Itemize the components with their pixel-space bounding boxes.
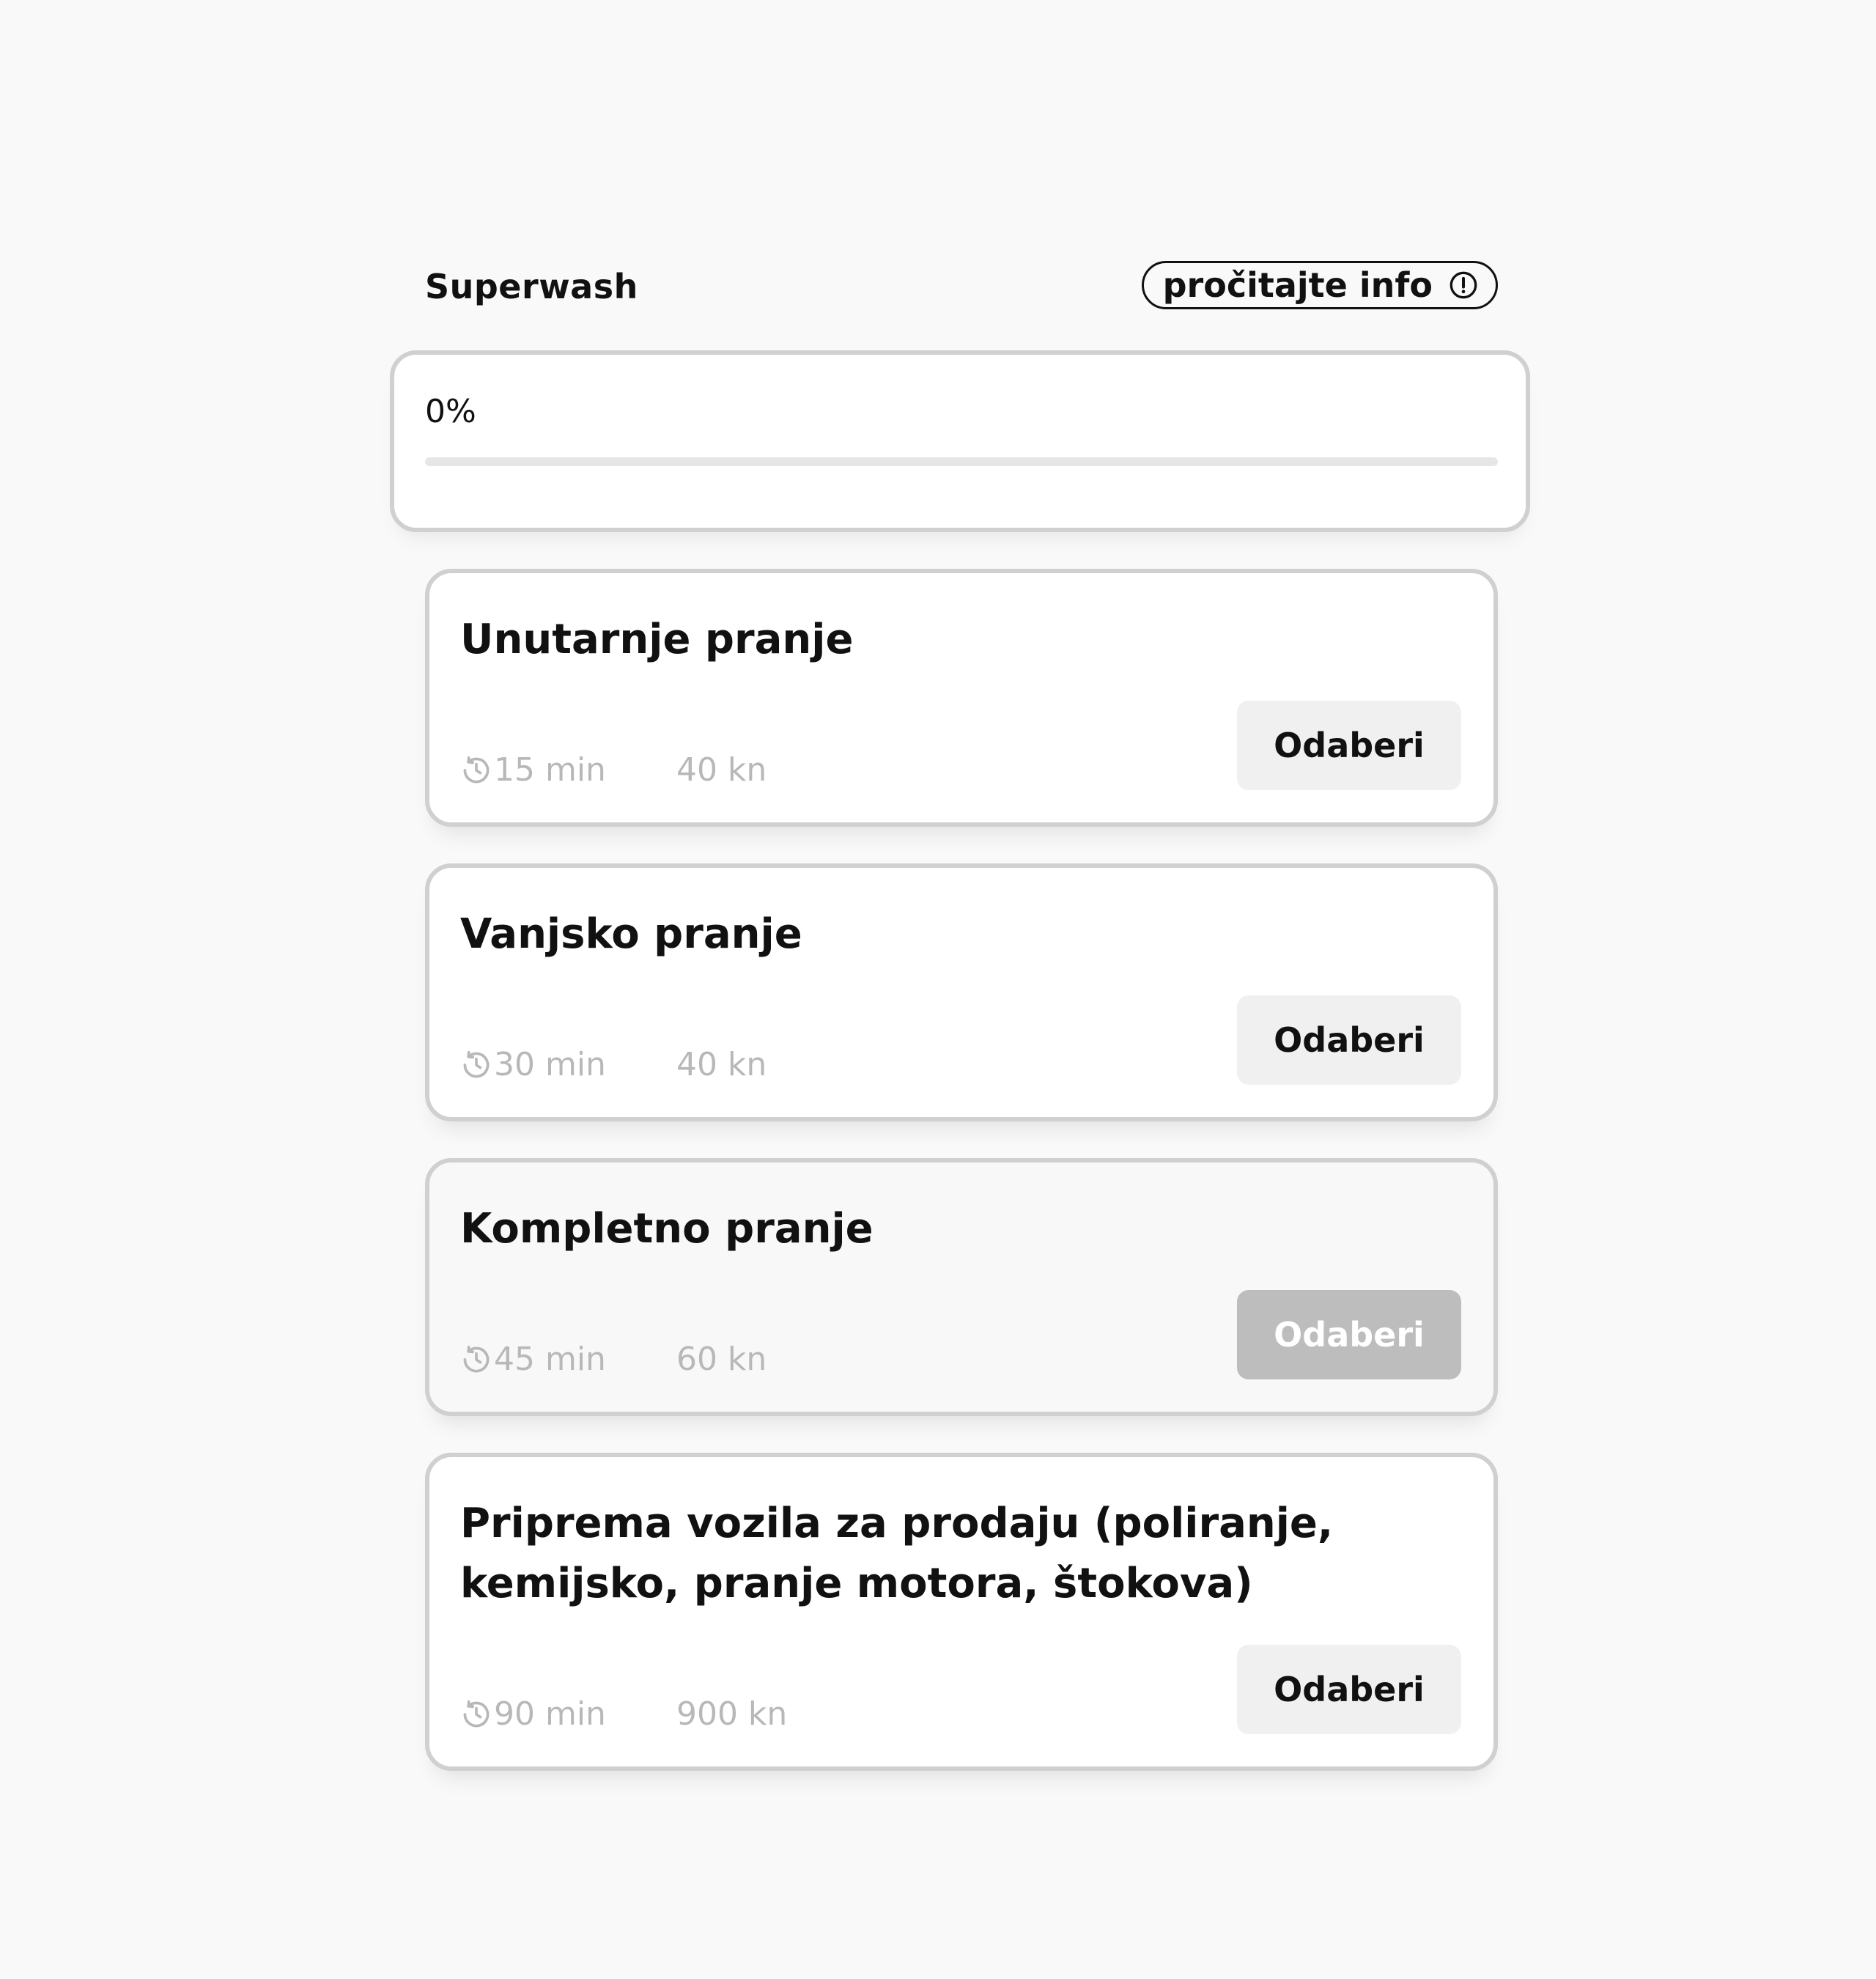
service-footer: 45 min 60 kn Odaberi [460, 1290, 1461, 1379]
service-meta: 15 min 40 kn [460, 751, 767, 789]
progress-card: 0% [390, 350, 1530, 532]
service-footer: 90 min 900 kn Odaberi [460, 1645, 1461, 1734]
service-title: Unutarnje pranje [460, 616, 854, 663]
service-footer: 30 min 40 kn Odaberi [460, 995, 1461, 1085]
service-price: 40 kn [676, 1046, 767, 1083]
header: Superwash pročitajte info [425, 261, 1498, 314]
service-card: Vanjsko pranje 30 min 40 kn Odaberi [425, 863, 1498, 1121]
clock-history-icon [463, 1345, 490, 1372]
clock-history-icon [463, 1050, 490, 1077]
service-duration-text: 90 min [494, 1695, 606, 1733]
service-price: 900 kn [676, 1695, 788, 1733]
app-title: Superwash [425, 267, 638, 306]
service-duration: 90 min [460, 1695, 606, 1733]
service-card: Unutarnje pranje 15 min 40 kn Odaberi [425, 569, 1498, 827]
page: Superwash pročitajte info 0% Unutarnje p… [0, 0, 1876, 1979]
service-price: 40 kn [676, 751, 767, 789]
read-info-button[interactable]: pročitajte info [1141, 261, 1498, 309]
service-card-selected: Kompletno pranje 45 min 60 kn Odaberi [425, 1158, 1498, 1416]
progress-percentage: 0% [425, 393, 476, 430]
service-duration-text: 45 min [494, 1341, 606, 1378]
service-duration: 15 min [460, 751, 606, 789]
service-title: Kompletno pranje [460, 1205, 874, 1253]
select-service-button[interactable]: Odaberi [1237, 1290, 1461, 1379]
service-title: Vanjsko pranje [460, 910, 802, 958]
service-footer: 15 min 40 kn Odaberi [460, 701, 1461, 790]
service-meta: 90 min 900 kn [460, 1695, 787, 1733]
clock-history-icon [463, 1700, 490, 1727]
exclamation-circle-icon [1450, 271, 1477, 299]
service-price: 60 kn [676, 1341, 767, 1378]
select-service-button[interactable]: Odaberi [1237, 701, 1461, 790]
service-list: Unutarnje pranje 15 min 40 kn Odaberi Va… [425, 569, 1498, 1807]
progress-bar [425, 457, 1498, 466]
service-duration-text: 30 min [494, 1046, 606, 1083]
service-title: Priprema vozila za prodaju (poliranje, k… [460, 1500, 1334, 1607]
select-service-button[interactable]: Odaberi [1237, 995, 1461, 1085]
service-meta: 45 min 60 kn [460, 1341, 767, 1378]
service-duration: 30 min [460, 1046, 606, 1083]
service-card: Priprema vozila za prodaju (poliranje, k… [425, 1453, 1498, 1771]
read-info-label: pročitajte info [1162, 265, 1433, 305]
service-meta: 30 min 40 kn [460, 1046, 767, 1083]
select-service-button[interactable]: Odaberi [1237, 1645, 1461, 1734]
service-duration-text: 15 min [494, 751, 606, 789]
clock-history-icon [463, 756, 490, 783]
service-duration: 45 min [460, 1341, 606, 1378]
